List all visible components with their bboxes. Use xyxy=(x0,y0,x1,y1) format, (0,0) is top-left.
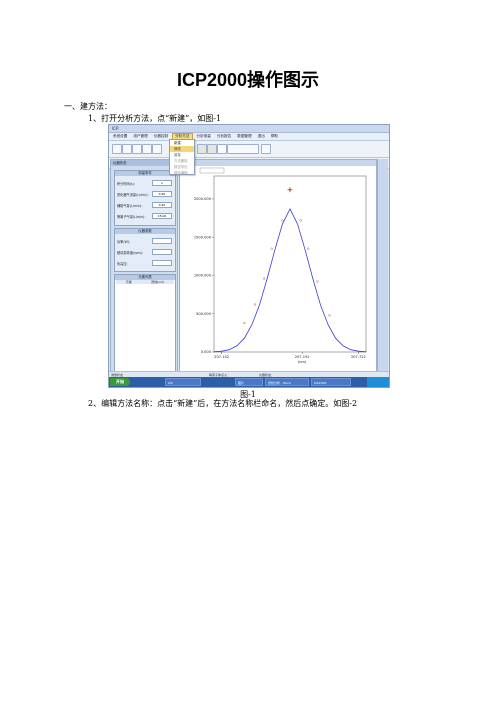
task-item[interactable]: 谱线分析 - Word xyxy=(265,378,309,386)
task-item[interactable]: ICP2000 xyxy=(311,378,351,386)
settings-icon[interactable] xyxy=(261,144,271,154)
tool-icon[interactable] xyxy=(152,144,162,154)
group-title: 测量条件 xyxy=(115,171,175,176)
power-field[interactable] xyxy=(152,238,172,244)
integration-time-field[interactable]: 1 xyxy=(152,180,172,186)
ignite-icon[interactable] xyxy=(217,144,227,154)
pump-speed-field[interactable] xyxy=(152,249,172,255)
col-element: 元素 xyxy=(125,280,132,284)
open-icon[interactable] xyxy=(122,144,132,154)
plot-frame xyxy=(213,175,367,353)
y-tick-label: 1500.000 xyxy=(194,235,212,239)
menu-item[interactable]: 仪器控制 xyxy=(152,133,170,140)
data-point xyxy=(299,219,302,222)
y-tick-label: 1000.000 xyxy=(194,274,212,278)
row-label: 负高压： xyxy=(117,262,130,266)
pane-title: 仪器状态 xyxy=(111,160,177,166)
data-point xyxy=(281,219,284,222)
hv-field[interactable] xyxy=(152,260,172,266)
menu-item[interactable]: 分析测量 xyxy=(195,133,213,140)
data-point xyxy=(307,247,310,250)
y-tick-label: 500.000 xyxy=(196,312,212,316)
menu-item[interactable]: 帮助 xyxy=(269,133,280,140)
group-title: 仪器参数 xyxy=(115,229,175,234)
data-point xyxy=(270,247,273,250)
row-label: 等离子气量(L/min)： xyxy=(117,215,148,219)
row-label: 蠕动泵转速(rpm)： xyxy=(117,251,146,255)
element-list-group: 元素列表 元素 谱线(nm) xyxy=(114,274,176,372)
menu-item[interactable]: 分析报告 xyxy=(215,133,233,140)
plasma-gas-field[interactable]: 15.00 xyxy=(152,213,172,219)
row-label: 辅助气量(L/min)： xyxy=(117,204,145,208)
y-tick-label: 0.000 xyxy=(201,350,212,354)
fit-curve-line xyxy=(213,208,367,353)
document-title: ICP2000操作图示 xyxy=(176,70,320,90)
data-point xyxy=(243,321,246,325)
data-point xyxy=(316,280,319,283)
instrument-param-group: 仪器参数 功率(W)： 蠕动泵转速(rpm)： 负高压： xyxy=(114,228,176,272)
data-point xyxy=(253,303,257,306)
menu-item[interactable]: 数据管理 xyxy=(235,133,253,140)
right-side-strip[interactable] xyxy=(377,159,388,375)
row-label: 功率(W)： xyxy=(117,240,133,244)
row-label: 积分时间(s)： xyxy=(117,182,138,186)
table-header: 元素 谱线(nm) xyxy=(116,280,174,284)
system-tray xyxy=(367,377,389,387)
method-dropdown-menu: 新建 修改 另存 方法删除 报告导出 谱线编辑 xyxy=(169,139,195,175)
step-1-text: 1、打开分析方法，点“新建”，如图-1 xyxy=(88,114,222,123)
x-tick-label: 207.142 xyxy=(214,355,229,359)
toolbar xyxy=(109,141,389,158)
row-label: 雾化器气流量(L/min)： xyxy=(117,193,151,197)
nebulizer-flow-field[interactable]: 0.90 xyxy=(152,191,172,197)
section-heading: 一、建方法： xyxy=(64,102,112,111)
new-icon[interactable] xyxy=(112,144,122,154)
print-icon[interactable] xyxy=(142,144,152,154)
start-button[interactable]: 开始 xyxy=(110,378,130,386)
task-item[interactable]: ICP xyxy=(165,378,201,386)
spectrum-chart: 0.000 500.000 1000.000 1500.000 2000.000 207.… xyxy=(194,167,367,364)
combo-box[interactable] xyxy=(227,144,259,154)
x-axis-label: (nm) xyxy=(298,360,307,364)
measure-icon[interactable] xyxy=(197,144,207,154)
dropdown-item[interactable]: 谱线编辑 xyxy=(170,170,194,176)
step-2-text: 2、编辑方法名称：点击“新建”后，在方法名称栏命名，然后点确定。如图-2 xyxy=(88,399,358,408)
menu-item[interactable]: 系统设置 xyxy=(111,133,129,140)
data-point xyxy=(328,314,331,317)
save-icon[interactable] xyxy=(132,144,142,154)
col-line: 谱线(nm) xyxy=(151,280,165,284)
menu-bar: 系统设置 用户管理 仪器控制 分析方法 分析测量 分析报告 数据管理 退出 帮助 xyxy=(109,133,389,141)
stop-icon[interactable] xyxy=(207,144,217,154)
aux-gas-field[interactable]: 0.40 xyxy=(152,202,172,208)
window-titlebar: ICP xyxy=(109,125,389,133)
menu-item[interactable]: 用户管理 xyxy=(131,133,149,140)
menu-item[interactable]: 退出 xyxy=(256,133,267,140)
legend-box xyxy=(199,167,225,174)
y-tick-label: 2000.000 xyxy=(194,197,212,201)
x-tick-label: 207.192 xyxy=(295,355,310,359)
measure-condition-group: 测量条件 积分时间(s)： 1 雾化器气流量(L/min)： 0.90 辅助气量… xyxy=(114,170,176,226)
software-screenshot: ICP 系统设置 用户管理 仪器控制 分析方法 分析测量 分析报告 数据管理 退出 帮助 仪器状… xyxy=(108,124,390,388)
chart-pane: 谱线图 0.000500.0001000.0001500.0002000.000… xyxy=(179,159,377,377)
instrument-status-pane: 仪器状态 测量条件 积分时间(s)： 1 雾化器气流量(L/min)： 0.90… xyxy=(110,159,178,377)
x-tick-label: 207.722 xyxy=(351,355,366,359)
task-item[interactable]: 图片 xyxy=(235,378,263,386)
taskbar: 开始 ICP 图片 谱线分析 - Word ICP2000 xyxy=(109,377,389,387)
data-point xyxy=(263,277,266,280)
